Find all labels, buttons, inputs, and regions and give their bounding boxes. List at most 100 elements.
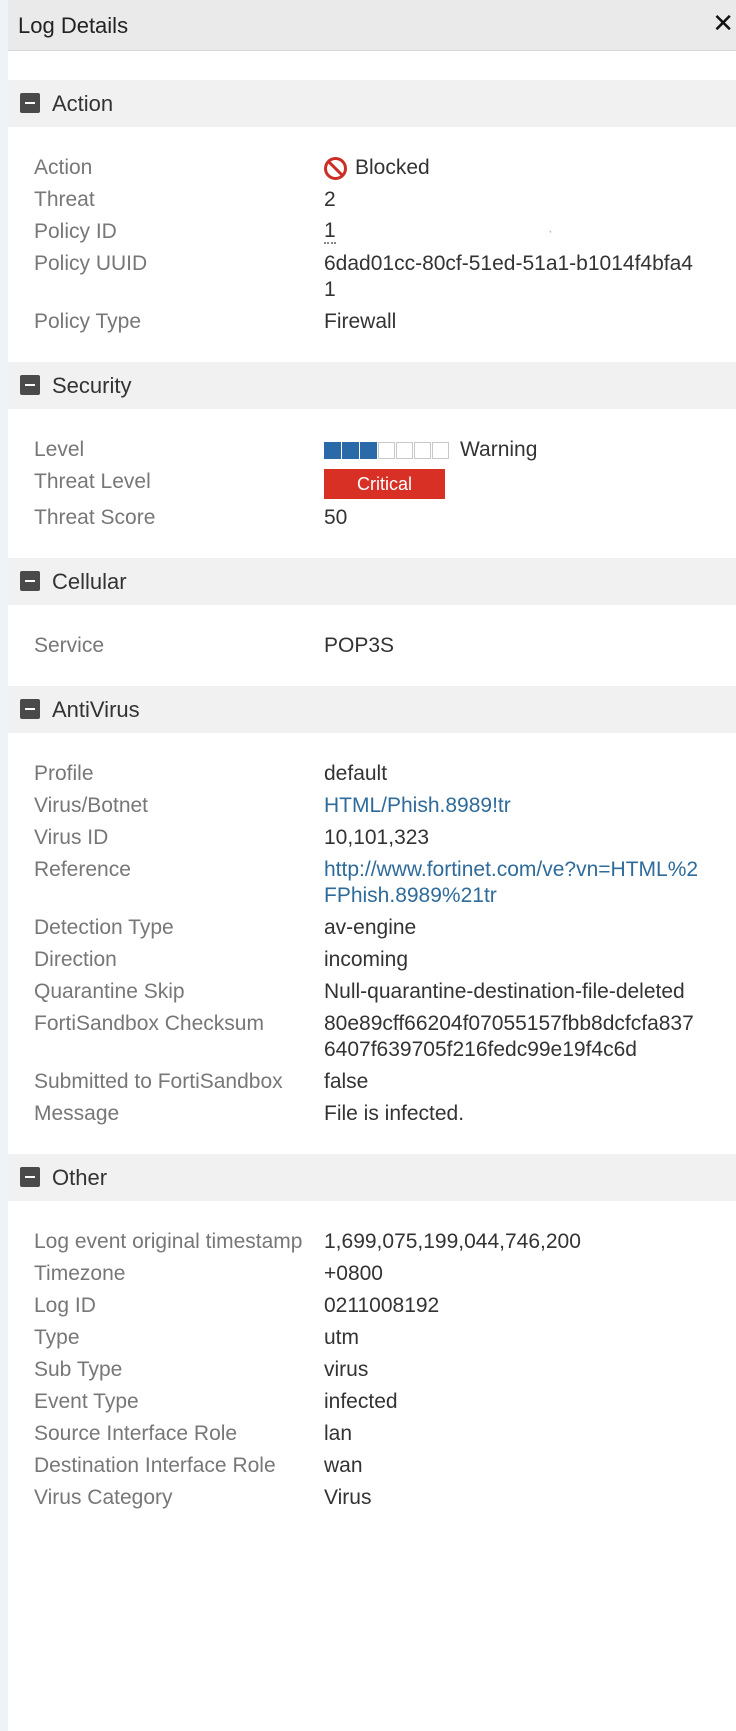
field-label: Submitted to FortiSandbox xyxy=(34,1070,283,1093)
section-body-antivirus: Profile default Virus/Botnet HTML/Phish.… xyxy=(8,733,736,1154)
section-header-other[interactable]: Other xyxy=(8,1154,736,1201)
field-value: 0211008192 xyxy=(324,1294,440,1317)
collapse-icon[interactable] xyxy=(20,375,40,395)
collapse-icon[interactable] xyxy=(20,699,40,719)
level-segment xyxy=(342,441,359,459)
field-label: Log event original timestamp xyxy=(34,1230,303,1253)
section-body-action: Action Blocked Threat 2 Policy ID 1 · Po… xyxy=(8,127,736,362)
field-label: Reference xyxy=(34,858,131,881)
field-label: Profile xyxy=(34,762,94,785)
field-row: Profile default xyxy=(8,758,736,790)
level-segment xyxy=(360,441,377,459)
field-label: Policy UUID xyxy=(34,252,148,275)
field-label: Policy ID xyxy=(34,220,117,243)
section-title: Other xyxy=(52,1165,108,1190)
field-value: Critical xyxy=(324,469,704,499)
field-value: utm xyxy=(324,1326,360,1349)
field-label: Service xyxy=(34,634,105,657)
field-label: Threat Level xyxy=(34,470,151,493)
section-title: Security xyxy=(52,373,132,398)
field-row: Timezone +0800 xyxy=(8,1258,736,1290)
reference-link[interactable]: http://www.fortinet.com/ve?vn=HTML%2FPhi… xyxy=(324,857,704,909)
field-value: File is infected. xyxy=(324,1102,465,1125)
field-label: Sub Type xyxy=(34,1358,123,1381)
section-body-other: Log event original timestamp 1,699,075,1… xyxy=(8,1201,736,1538)
field-label: Message xyxy=(34,1102,120,1125)
threat-level-badge: Critical xyxy=(324,469,445,499)
section-body-security: Level Warning Threat Level Critical Thre… xyxy=(8,409,736,558)
field-row: Direction incoming xyxy=(8,944,736,976)
field-row: Event Type infected xyxy=(8,1386,736,1418)
field-row: Virus ID 10,101,323 xyxy=(8,822,736,854)
field-row: Action Blocked xyxy=(8,152,736,184)
level-segment xyxy=(432,441,449,459)
field-value: Firewall xyxy=(324,310,397,333)
section-header-action[interactable]: Action xyxy=(8,80,736,127)
field-row: Reference http://www.fortinet.com/ve?vn=… xyxy=(8,854,736,912)
field-value: 1,699,075,199,044,746,200 xyxy=(324,1230,581,1253)
close-icon[interactable]: ✕ xyxy=(712,10,734,36)
level-segment xyxy=(414,441,431,459)
field-value: 6dad01cc-80cf-51ed-51a1-b1014f4bfa41 xyxy=(324,252,693,301)
field-label: Source Interface Role xyxy=(34,1422,238,1445)
section-header-cellular[interactable]: Cellular xyxy=(8,558,736,605)
field-label: Type xyxy=(34,1326,80,1349)
field-label: Threat xyxy=(34,188,95,211)
field-value: incoming xyxy=(324,948,409,971)
field-row: Sub Type virus xyxy=(8,1354,736,1386)
section-body-cellular: Service POP3S xyxy=(8,605,736,686)
field-value: lan xyxy=(324,1422,353,1445)
field-label: Virus ID xyxy=(34,826,109,849)
decorative-mark: · xyxy=(547,223,554,240)
field-value: Warning xyxy=(324,437,704,463)
field-row: Quarantine Skip Null-quarantine-destinat… xyxy=(8,976,736,1008)
field-label: Detection Type xyxy=(34,916,174,939)
field-label: Direction xyxy=(34,948,117,971)
field-row: Threat Score 50 xyxy=(8,502,736,534)
field-label: Level xyxy=(34,438,85,461)
field-value: Virus xyxy=(324,1486,372,1509)
level-meter xyxy=(324,441,450,459)
panel-content: Action Action Blocked Threat 2 Policy ID… xyxy=(8,51,736,1538)
field-value: virus xyxy=(324,1358,369,1381)
field-row: Destination Interface Role wan xyxy=(8,1450,736,1482)
field-label: Log ID xyxy=(34,1294,96,1317)
level-value: Warning xyxy=(460,438,538,461)
field-label: Action xyxy=(34,156,93,179)
field-row: Log ID 0211008192 xyxy=(8,1290,736,1322)
field-value: 10,101,323 xyxy=(324,826,430,849)
field-value: Null-quarantine-destination-file-deleted xyxy=(324,980,685,1003)
field-row: Message File is infected. xyxy=(8,1098,736,1130)
field-row: Virus/Botnet HTML/Phish.8989!tr xyxy=(8,790,736,822)
field-row: Policy UUID 6dad01cc-80cf-51ed-51a1-b101… xyxy=(8,248,736,306)
field-label: Timezone xyxy=(34,1262,126,1285)
field-value: av-engine xyxy=(324,916,417,939)
section-title: Action xyxy=(52,91,114,116)
field-row: Source Interface Role lan xyxy=(8,1418,736,1450)
section-header-security[interactable]: Security xyxy=(8,362,736,409)
field-value: default xyxy=(324,762,388,785)
field-label: Virus/Botnet xyxy=(34,794,149,817)
field-value: 80e89cff66204f07055157fbb8dcfcfa8376407f… xyxy=(324,1012,694,1061)
virus-botnet-link[interactable]: HTML/Phish.8989!tr xyxy=(324,793,704,819)
section-title: Cellular xyxy=(52,569,127,594)
field-label: Policy Type xyxy=(34,310,141,333)
field-value: infected xyxy=(324,1390,398,1413)
blocked-icon xyxy=(324,156,347,180)
field-row: Threat 2 xyxy=(8,184,736,216)
collapse-icon[interactable] xyxy=(20,93,40,113)
collapse-icon[interactable] xyxy=(20,1167,40,1187)
field-row: Log event original timestamp 1,699,075,1… xyxy=(8,1226,736,1258)
field-label: Threat Score xyxy=(34,506,156,529)
collapse-icon[interactable] xyxy=(20,571,40,591)
field-row: Level Warning xyxy=(8,434,736,466)
field-row: Threat Level Critical xyxy=(8,466,736,502)
action-value: Blocked xyxy=(355,156,430,179)
field-label: FortiSandbox Checksum xyxy=(34,1012,264,1035)
policy-id-link[interactable]: 1 xyxy=(324,220,336,244)
field-value: 2 xyxy=(324,188,336,211)
section-header-antivirus[interactable]: AntiVirus xyxy=(8,686,736,733)
field-label: Destination Interface Role xyxy=(34,1454,276,1477)
field-label: Virus Category xyxy=(34,1486,173,1509)
field-value: 50 xyxy=(324,506,348,529)
